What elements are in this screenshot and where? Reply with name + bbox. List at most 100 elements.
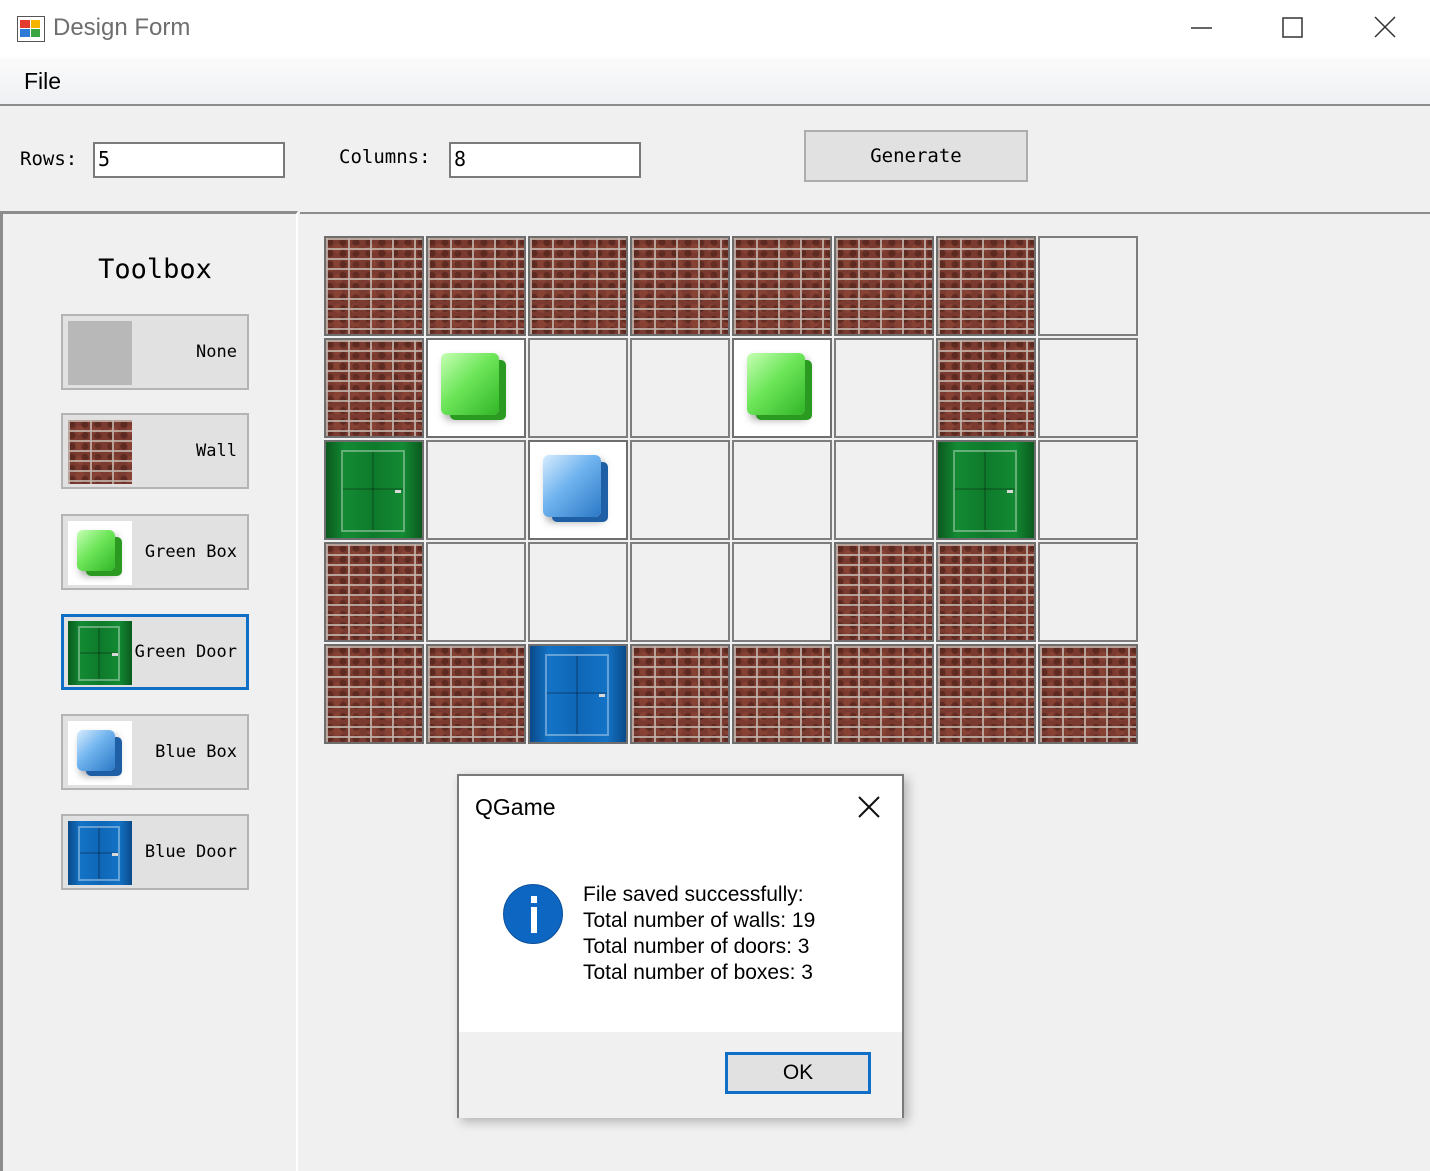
- grid-cell-green-box[interactable]: [426, 338, 526, 438]
- grid-cell-empty[interactable]: [630, 542, 730, 642]
- grid-cell-wall[interactable]: [834, 236, 934, 336]
- wall-icon: [632, 646, 728, 742]
- wall-icon: [836, 646, 932, 742]
- green-door-icon: [938, 442, 1034, 538]
- grid-cell-empty[interactable]: [834, 440, 934, 540]
- grid-cell-wall[interactable]: [936, 236, 1036, 336]
- grid-cell-empty[interactable]: [426, 542, 526, 642]
- grid-cell-wall[interactable]: [936, 338, 1036, 438]
- tool-label: Blue Door: [144, 842, 237, 862]
- wall-icon: [734, 646, 830, 742]
- tool-label: Wall: [196, 441, 237, 461]
- grid-cell-wall[interactable]: [324, 542, 424, 642]
- maximize-button[interactable]: [1247, 0, 1339, 58]
- info-icon: [503, 884, 563, 944]
- wall-icon: [938, 646, 1034, 742]
- wall-icon: [326, 238, 422, 334]
- blue-door-icon: [68, 821, 132, 885]
- grid-cell-wall[interactable]: [630, 644, 730, 744]
- app-icon: [17, 16, 45, 42]
- grid-cell-wall[interactable]: [732, 236, 832, 336]
- title-bar: Design Form: [0, 0, 1430, 58]
- tool-label: Green Door: [134, 642, 237, 662]
- grid-cell-empty[interactable]: [630, 338, 730, 438]
- wall-icon: [836, 544, 932, 640]
- grid-cell-wall[interactable]: [630, 236, 730, 336]
- dialog-message: File saved successfully: Total number of…: [583, 882, 815, 986]
- grid-cell-empty[interactable]: [630, 440, 730, 540]
- top-panel: Rows: 5 Columns: 8 Generate: [0, 106, 1430, 212]
- menu-file[interactable]: File: [14, 66, 71, 97]
- grid-cell-wall[interactable]: [324, 236, 424, 336]
- grid-cell-blue-box[interactable]: [528, 440, 628, 540]
- tool-label: Blue Box: [155, 742, 237, 762]
- grid-cell-wall[interactable]: [1038, 644, 1138, 744]
- grid-cell-empty[interactable]: [1038, 338, 1138, 438]
- grid-cell-wall[interactable]: [324, 338, 424, 438]
- wall-icon: [938, 544, 1034, 640]
- grid-cell-green-door[interactable]: [324, 440, 424, 540]
- grid-cell-empty[interactable]: [732, 542, 832, 642]
- grid-cell-blue-door[interactable]: [528, 644, 628, 744]
- message-line: Total number of walls: 19: [583, 909, 816, 932]
- wall-icon: [734, 238, 830, 334]
- tool-none[interactable]: None: [61, 314, 249, 390]
- tile-none-icon: [68, 321, 132, 385]
- grid-cell-green-door[interactable]: [936, 440, 1036, 540]
- grid-cell-empty[interactable]: [834, 338, 934, 438]
- tool-label: None: [196, 342, 237, 362]
- blue-box-icon: [68, 721, 132, 785]
- grid-cell-wall[interactable]: [834, 644, 934, 744]
- dialog-footer: OK: [459, 1032, 902, 1118]
- tool-green-door[interactable]: Green Door: [61, 614, 249, 690]
- wall-icon: [1040, 646, 1136, 742]
- rows-label: Rows:: [20, 148, 78, 170]
- generate-button[interactable]: Generate: [804, 130, 1028, 182]
- grid-cell-wall[interactable]: [324, 644, 424, 744]
- wall-icon: [938, 340, 1034, 436]
- wall-icon: [326, 544, 422, 640]
- minimize-button[interactable]: [1156, 0, 1248, 58]
- tool-label: Green Box: [144, 542, 237, 562]
- dialog-close-button[interactable]: [852, 790, 886, 824]
- grid-cell-green-box[interactable]: [732, 338, 832, 438]
- grid-cell-empty[interactable]: [528, 338, 628, 438]
- close-button[interactable]: [1338, 0, 1430, 58]
- grid-cell-wall[interactable]: [732, 644, 832, 744]
- tool-wall[interactable]: Wall: [61, 413, 249, 489]
- grid-cell-empty[interactable]: [1038, 236, 1138, 336]
- wall-icon: [530, 238, 626, 334]
- grid-cell-empty[interactable]: [426, 440, 526, 540]
- grid-cell-wall[interactable]: [936, 644, 1036, 744]
- menu-bar: File: [0, 58, 1430, 106]
- grid-cell-wall[interactable]: [426, 236, 526, 336]
- brick-wall-icon: [68, 420, 132, 484]
- rows-input[interactable]: 5: [93, 142, 285, 178]
- blue-door-icon: [530, 646, 626, 742]
- grid-cell-wall[interactable]: [426, 644, 526, 744]
- wall-icon: [428, 238, 524, 334]
- grid-cell-wall[interactable]: [528, 236, 628, 336]
- grid-cell-wall[interactable]: [834, 542, 934, 642]
- wall-icon: [836, 238, 932, 334]
- message-line: File saved successfully:: [583, 883, 804, 906]
- wall-icon: [632, 238, 728, 334]
- grid-cell-empty[interactable]: [528, 542, 628, 642]
- close-icon: [858, 796, 880, 818]
- grid-cell-wall[interactable]: [936, 542, 1036, 642]
- grid-cell-empty[interactable]: [1038, 440, 1138, 540]
- tool-blue-box[interactable]: Blue Box: [61, 714, 249, 790]
- wall-icon: [938, 238, 1034, 334]
- grid-cell-empty[interactable]: [732, 440, 832, 540]
- green-door-icon: [68, 621, 132, 685]
- grid-cell-empty[interactable]: [1038, 542, 1138, 642]
- tool-blue-door[interactable]: Blue Door: [61, 814, 249, 890]
- ok-button[interactable]: OK: [725, 1052, 871, 1094]
- maximize-icon: [1282, 17, 1303, 38]
- blue-box-icon: [530, 442, 626, 538]
- columns-input[interactable]: 8: [449, 142, 641, 178]
- wall-icon: [428, 646, 524, 742]
- tool-green-box[interactable]: Green Box: [61, 514, 249, 590]
- green-box-icon: [428, 340, 524, 436]
- minimize-icon: [1191, 27, 1212, 29]
